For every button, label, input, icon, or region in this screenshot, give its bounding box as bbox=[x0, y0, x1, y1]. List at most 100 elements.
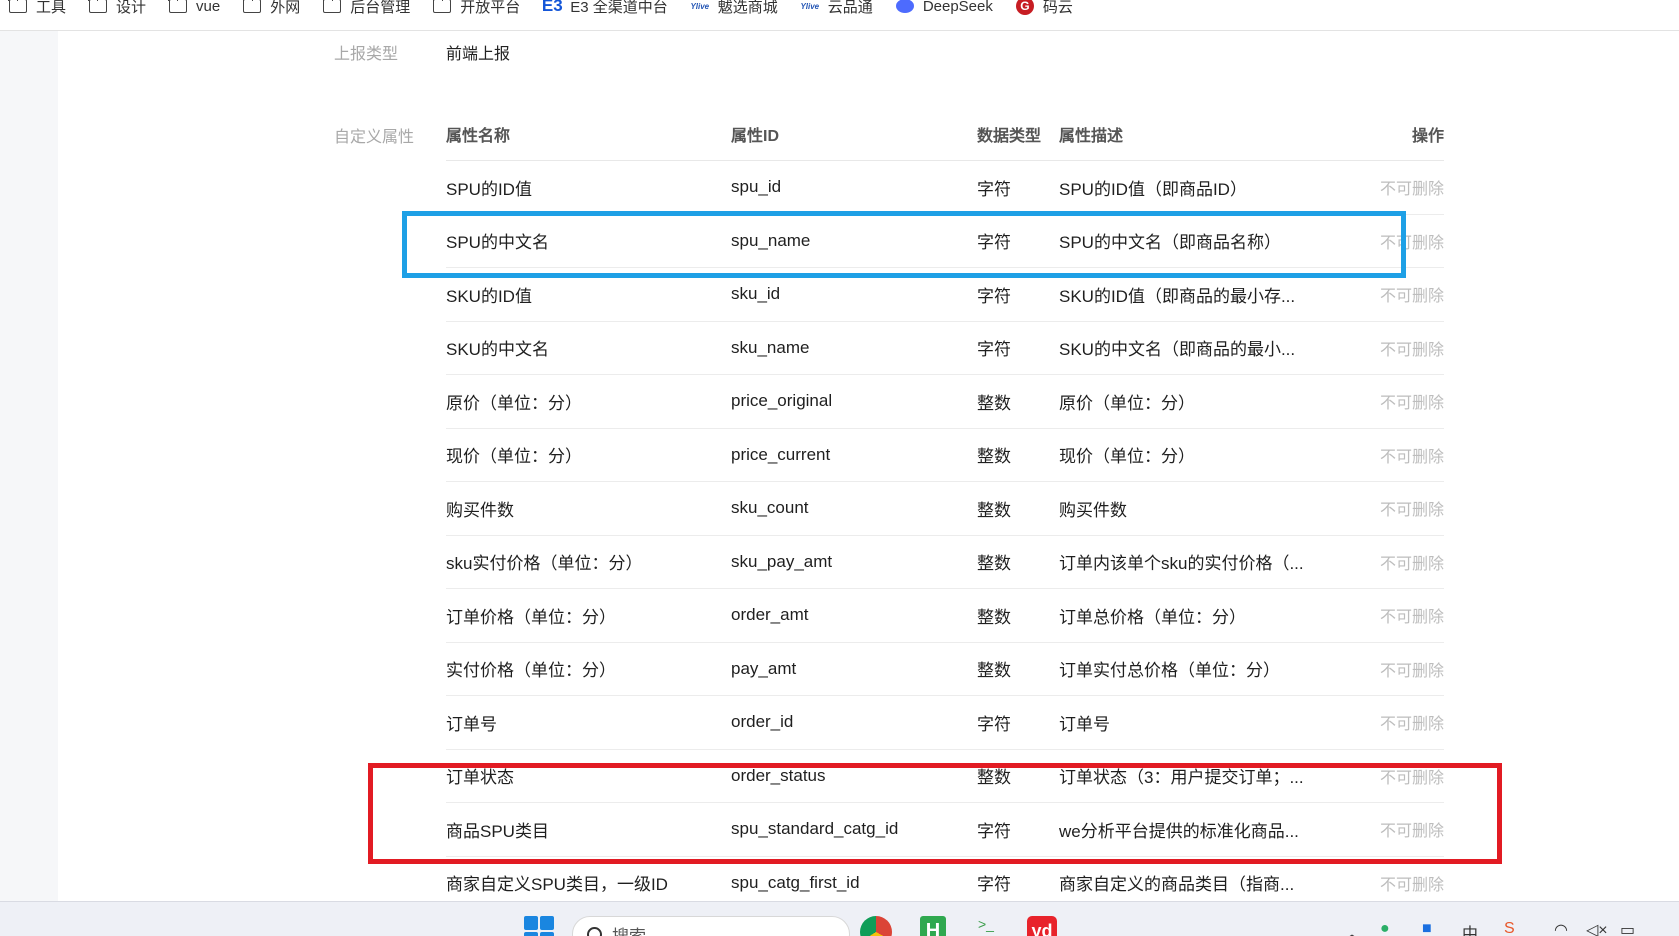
not-deletable-text: 不可删除 bbox=[1379, 502, 1444, 520]
attr-desc-cell: 订单内该单个sku的实付价格（... bbox=[1059, 554, 1304, 574]
data-type-cell: 字符 bbox=[977, 714, 1011, 734]
table-row: 订单价格（单位：分） order_amt 整数 订单总价格（单位：分） 不可删除 bbox=[446, 589, 1444, 643]
attr-id-cell: order_amt bbox=[731, 605, 809, 625]
data-type-cell: 整数 bbox=[977, 393, 1011, 413]
table-header: 属性名称 属性ID 数据类型 属性描述 操作 bbox=[446, 107, 1444, 161]
table-row: SPU的中文名 spu_name 字符 SPU的中文名（即商品名称） 不可删除 bbox=[446, 215, 1444, 268]
chrome-icon[interactable] bbox=[860, 916, 892, 936]
operation-cell: 不可删除 bbox=[1329, 282, 1444, 306]
data-type-cell: 整数 bbox=[977, 661, 1011, 681]
attr-desc-cell: 订单总价格（单位：分） bbox=[1059, 607, 1246, 627]
not-deletable-text: 不可删除 bbox=[1379, 662, 1444, 680]
attr-desc-cell: 订单号 bbox=[1059, 714, 1110, 734]
bookmark-gitee[interactable]: G 码云 bbox=[1015, 0, 1073, 21]
attr-id-cell: spu_name bbox=[731, 230, 811, 250]
left-sidebar-strip bbox=[0, 31, 58, 901]
bookmark-design[interactable]: 设计 bbox=[88, 0, 146, 21]
table-row: 订单号 order_id 字符 订单号 不可删除 bbox=[446, 696, 1444, 750]
attr-desc-cell: 订单实付总价格（单位：分） bbox=[1059, 661, 1280, 681]
wechat-icon[interactable]: ● bbox=[1380, 920, 1390, 936]
bookmark-deepseek[interactable]: DeepSeek bbox=[895, 0, 993, 21]
attr-name-cell: 订单价格（单位：分） bbox=[446, 607, 616, 627]
not-deletable-text: 不可删除 bbox=[1379, 234, 1444, 252]
chevron-up-icon[interactable]: ︿ bbox=[1344, 920, 1360, 936]
wifi-icon[interactable]: ◠ bbox=[1554, 920, 1568, 936]
windows-start-icon[interactable] bbox=[524, 916, 554, 936]
folder-icon bbox=[322, 0, 342, 14]
table-row: 原价（单位：分） price_original 整数 原价（单位：分） 不可删除 bbox=[446, 375, 1444, 429]
bookmarks-bar: 工具 设计 vue 外网 后台管理 开放平台 E3 E3 全渠道中台 Ylive 魃… bbox=[0, 0, 1679, 31]
report-type-label: 上报类型 bbox=[334, 46, 399, 63]
table-row: SKU的中文名 sku_name 字符 SKU的中文名（即商品的最小... 不可删除 bbox=[446, 322, 1444, 375]
bookmark-open-platform[interactable]: 开放平台 bbox=[432, 0, 520, 21]
bookmark-e3[interactable]: E3 E3 全渠道中台 bbox=[542, 0, 668, 21]
folder-icon bbox=[168, 0, 188, 14]
data-type-cell: 整数 bbox=[977, 447, 1011, 467]
attr-name-cell: 购买件数 bbox=[446, 500, 514, 520]
bookmark-mall[interactable]: Ylive 魃选商城 bbox=[690, 0, 777, 21]
battery-icon[interactable]: ▭ bbox=[1620, 920, 1635, 936]
attr-desc-cell: SPU的ID值（即商品ID） bbox=[1059, 179, 1247, 199]
bookmark-admin[interactable]: 后台管理 bbox=[322, 0, 410, 21]
header-attr-id: 属性ID bbox=[731, 127, 780, 145]
attr-desc-cell: SPU的中文名（即商品名称） bbox=[1059, 233, 1281, 253]
attr-name-cell: SPU的中文名 bbox=[446, 233, 549, 253]
header-attr-desc: 属性描述 bbox=[1059, 127, 1124, 145]
attr-name-cell: SKU的中文名 bbox=[446, 340, 549, 360]
ime-zh-icon[interactable]: 中 bbox=[1462, 920, 1478, 936]
folder-icon bbox=[432, 0, 452, 14]
bookmark-vue[interactable]: vue bbox=[168, 0, 220, 21]
bookmark-external[interactable]: 外网 bbox=[242, 0, 300, 21]
folder-icon bbox=[88, 0, 108, 14]
not-deletable-text: 不可删除 bbox=[1379, 716, 1444, 734]
not-deletable-text: 不可删除 bbox=[1379, 555, 1444, 573]
not-deletable-text: 不可删除 bbox=[1379, 288, 1444, 306]
operation-cell: 不可删除 bbox=[1329, 336, 1444, 360]
attr-desc-cell: 订单状态（3：用户提交订单；... bbox=[1059, 768, 1304, 788]
attr-name-cell: 原价（单位：分） bbox=[446, 393, 582, 413]
header-operation: 操作 bbox=[1411, 127, 1444, 145]
operation-cell: 不可删除 bbox=[1329, 443, 1444, 467]
attr-id-cell: spu_id bbox=[731, 177, 782, 197]
hbuilder-icon[interactable]: H bbox=[920, 916, 946, 936]
attr-id-cell: spu_catg_first_id bbox=[731, 872, 860, 892]
attr-id-cell: sku_name bbox=[731, 337, 810, 357]
attr-name-cell: SPU的ID值 bbox=[446, 179, 532, 199]
table-row: 订单状态 order_status 整数 订单状态（3：用户提交订单；... 不可删除 bbox=[446, 750, 1444, 803]
folder-icon bbox=[8, 0, 28, 14]
terminal-icon[interactable]: >_ bbox=[978, 916, 1006, 936]
attr-name-cell: 实付价格（单位：分） bbox=[446, 661, 616, 681]
bookmark-yunpintong[interactable]: Ylive 云品通 bbox=[800, 0, 872, 21]
operation-cell: 不可删除 bbox=[1329, 550, 1444, 574]
data-type-cell: 整数 bbox=[977, 500, 1011, 520]
bookmark-tools[interactable]: 工具 bbox=[8, 0, 66, 21]
data-type-cell: 字符 bbox=[977, 340, 1011, 360]
operation-cell: 不可删除 bbox=[1329, 603, 1444, 627]
attr-desc-cell: 现价（单位：分） bbox=[1059, 447, 1195, 467]
attr-name-cell: sku实付价格（单位：分） bbox=[446, 554, 643, 574]
operation-cell: 不可删除 bbox=[1329, 710, 1444, 734]
search-icon bbox=[587, 926, 602, 936]
sogou-icon[interactable]: S bbox=[1504, 920, 1515, 936]
attr-id-cell: price_original bbox=[731, 391, 833, 411]
not-deletable-text: 不可删除 bbox=[1379, 181, 1444, 199]
data-type-cell: 整数 bbox=[977, 607, 1011, 627]
taskbar-search[interactable]: 搜索 bbox=[572, 916, 850, 936]
main-content: 上报类型 前端上报 自定义属性 属性名称 属性ID 数据类型 属性描述 操作 S… bbox=[0, 31, 1679, 910]
e3-logo-icon: E3 bbox=[541, 0, 563, 15]
taskbar: 搜索 H >_ yd ︿ ● ■ 中 S ◠ ◁× ▭ bbox=[0, 901, 1679, 936]
youdao-icon[interactable]: yd bbox=[1027, 916, 1057, 936]
table-row: 购买件数 sku_count 整数 购买件数 不可删除 bbox=[446, 482, 1444, 536]
attr-id-cell: sku_id bbox=[731, 284, 781, 304]
operation-cell: 不可删除 bbox=[1329, 764, 1444, 788]
operation-cell: 不可删除 bbox=[1329, 175, 1444, 199]
attr-name-cell: 商家自定义SPU类目，一级ID bbox=[446, 875, 668, 895]
report-type-value: 前端上报 bbox=[446, 46, 511, 63]
volume-muted-icon[interactable]: ◁× bbox=[1586, 920, 1608, 936]
data-type-cell: 字符 bbox=[977, 179, 1011, 199]
not-deletable-text: 不可删除 bbox=[1379, 341, 1444, 359]
attr-desc-cell: SKU的ID值（即商品的最小存... bbox=[1059, 286, 1296, 306]
app-icon[interactable]: ■ bbox=[1422, 920, 1432, 936]
attr-id-cell: order_id bbox=[731, 712, 794, 732]
not-deletable-text: 不可删除 bbox=[1379, 395, 1444, 413]
